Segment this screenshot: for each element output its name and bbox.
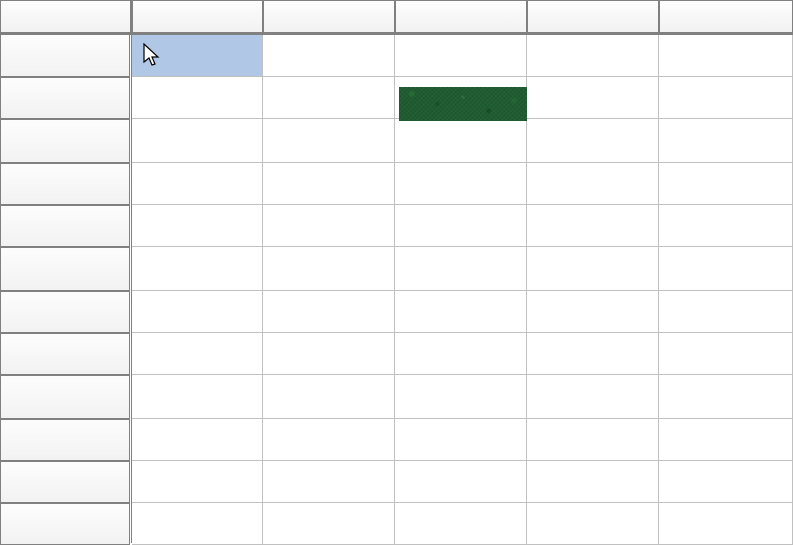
row-header[interactable]: [0, 375, 130, 419]
cell[interactable]: [527, 163, 659, 205]
column-header[interactable]: [263, 0, 395, 33]
cell[interactable]: [132, 333, 263, 375]
cell[interactable]: [527, 419, 659, 461]
cell[interactable]: [395, 461, 527, 503]
cell[interactable]: [263, 35, 395, 77]
column-header[interactable]: [527, 0, 659, 33]
cell[interactable]: [263, 163, 395, 205]
cell[interactable]: [527, 503, 659, 545]
cell[interactable]: [527, 291, 659, 333]
column-header[interactable]: [395, 0, 527, 33]
embedded-image[interactable]: [399, 87, 527, 121]
column-header[interactable]: [659, 0, 793, 33]
cell[interactable]: [132, 247, 263, 291]
cell[interactable]: [659, 205, 793, 247]
cell[interactable]: [132, 163, 263, 205]
row-header[interactable]: [0, 205, 130, 247]
row-header[interactable]: [0, 461, 130, 503]
cell[interactable]: [527, 205, 659, 247]
cell[interactable]: [132, 77, 263, 119]
row-header[interactable]: [0, 77, 130, 119]
cell[interactable]: [527, 461, 659, 503]
cell[interactable]: [659, 119, 793, 163]
cell[interactable]: [527, 35, 659, 77]
cell[interactable]: [659, 247, 793, 291]
cell[interactable]: [263, 503, 395, 545]
cell[interactable]: [659, 461, 793, 503]
row-header[interactable]: [0, 419, 130, 461]
cell[interactable]: [395, 119, 527, 163]
cell[interactable]: [132, 205, 263, 247]
cell[interactable]: [395, 205, 527, 247]
cell[interactable]: [263, 461, 395, 503]
cell[interactable]: [263, 333, 395, 375]
cell[interactable]: [395, 419, 527, 461]
cell[interactable]: [395, 247, 527, 291]
row-header[interactable]: [0, 247, 130, 291]
row-header[interactable]: [0, 333, 130, 375]
cell[interactable]: [395, 333, 527, 375]
cell[interactable]: [263, 291, 395, 333]
corner-header[interactable]: [0, 0, 131, 33]
cell[interactable]: [659, 333, 793, 375]
cell[interactable]: [395, 291, 527, 333]
cell[interactable]: [132, 503, 263, 545]
cell[interactable]: [659, 163, 793, 205]
spreadsheet-grid[interactable]: [0, 0, 793, 543]
cell[interactable]: [527, 119, 659, 163]
cell[interactable]: [263, 119, 395, 163]
row-header[interactable]: [0, 163, 130, 205]
cell[interactable]: [263, 419, 395, 461]
row-header[interactable]: [0, 503, 130, 545]
cell[interactable]: [395, 163, 527, 205]
cell[interactable]: [659, 503, 793, 545]
cell[interactable]: [132, 291, 263, 333]
cell[interactable]: [659, 291, 793, 333]
cell[interactable]: [395, 375, 527, 419]
cell[interactable]: [395, 35, 527, 77]
cell[interactable]: [132, 461, 263, 503]
cell[interactable]: [527, 247, 659, 291]
cell[interactable]: [659, 375, 793, 419]
column-header[interactable]: [131, 0, 263, 33]
row-header[interactable]: [0, 33, 130, 77]
row-header[interactable]: [0, 119, 130, 163]
cell-selected[interactable]: [132, 35, 263, 77]
cell[interactable]: [132, 119, 263, 163]
cell[interactable]: [263, 77, 395, 119]
cell[interactable]: [659, 77, 793, 119]
cell[interactable]: [659, 419, 793, 461]
cell[interactable]: [132, 419, 263, 461]
cell[interactable]: [527, 333, 659, 375]
row-header[interactable]: [0, 291, 130, 333]
cell[interactable]: [263, 247, 395, 291]
cell[interactable]: [527, 375, 659, 419]
cell[interactable]: [527, 77, 659, 119]
cell[interactable]: [132, 375, 263, 419]
cell[interactable]: [263, 205, 395, 247]
cell[interactable]: [659, 35, 793, 77]
cell[interactable]: [395, 503, 527, 545]
cell[interactable]: [263, 375, 395, 419]
